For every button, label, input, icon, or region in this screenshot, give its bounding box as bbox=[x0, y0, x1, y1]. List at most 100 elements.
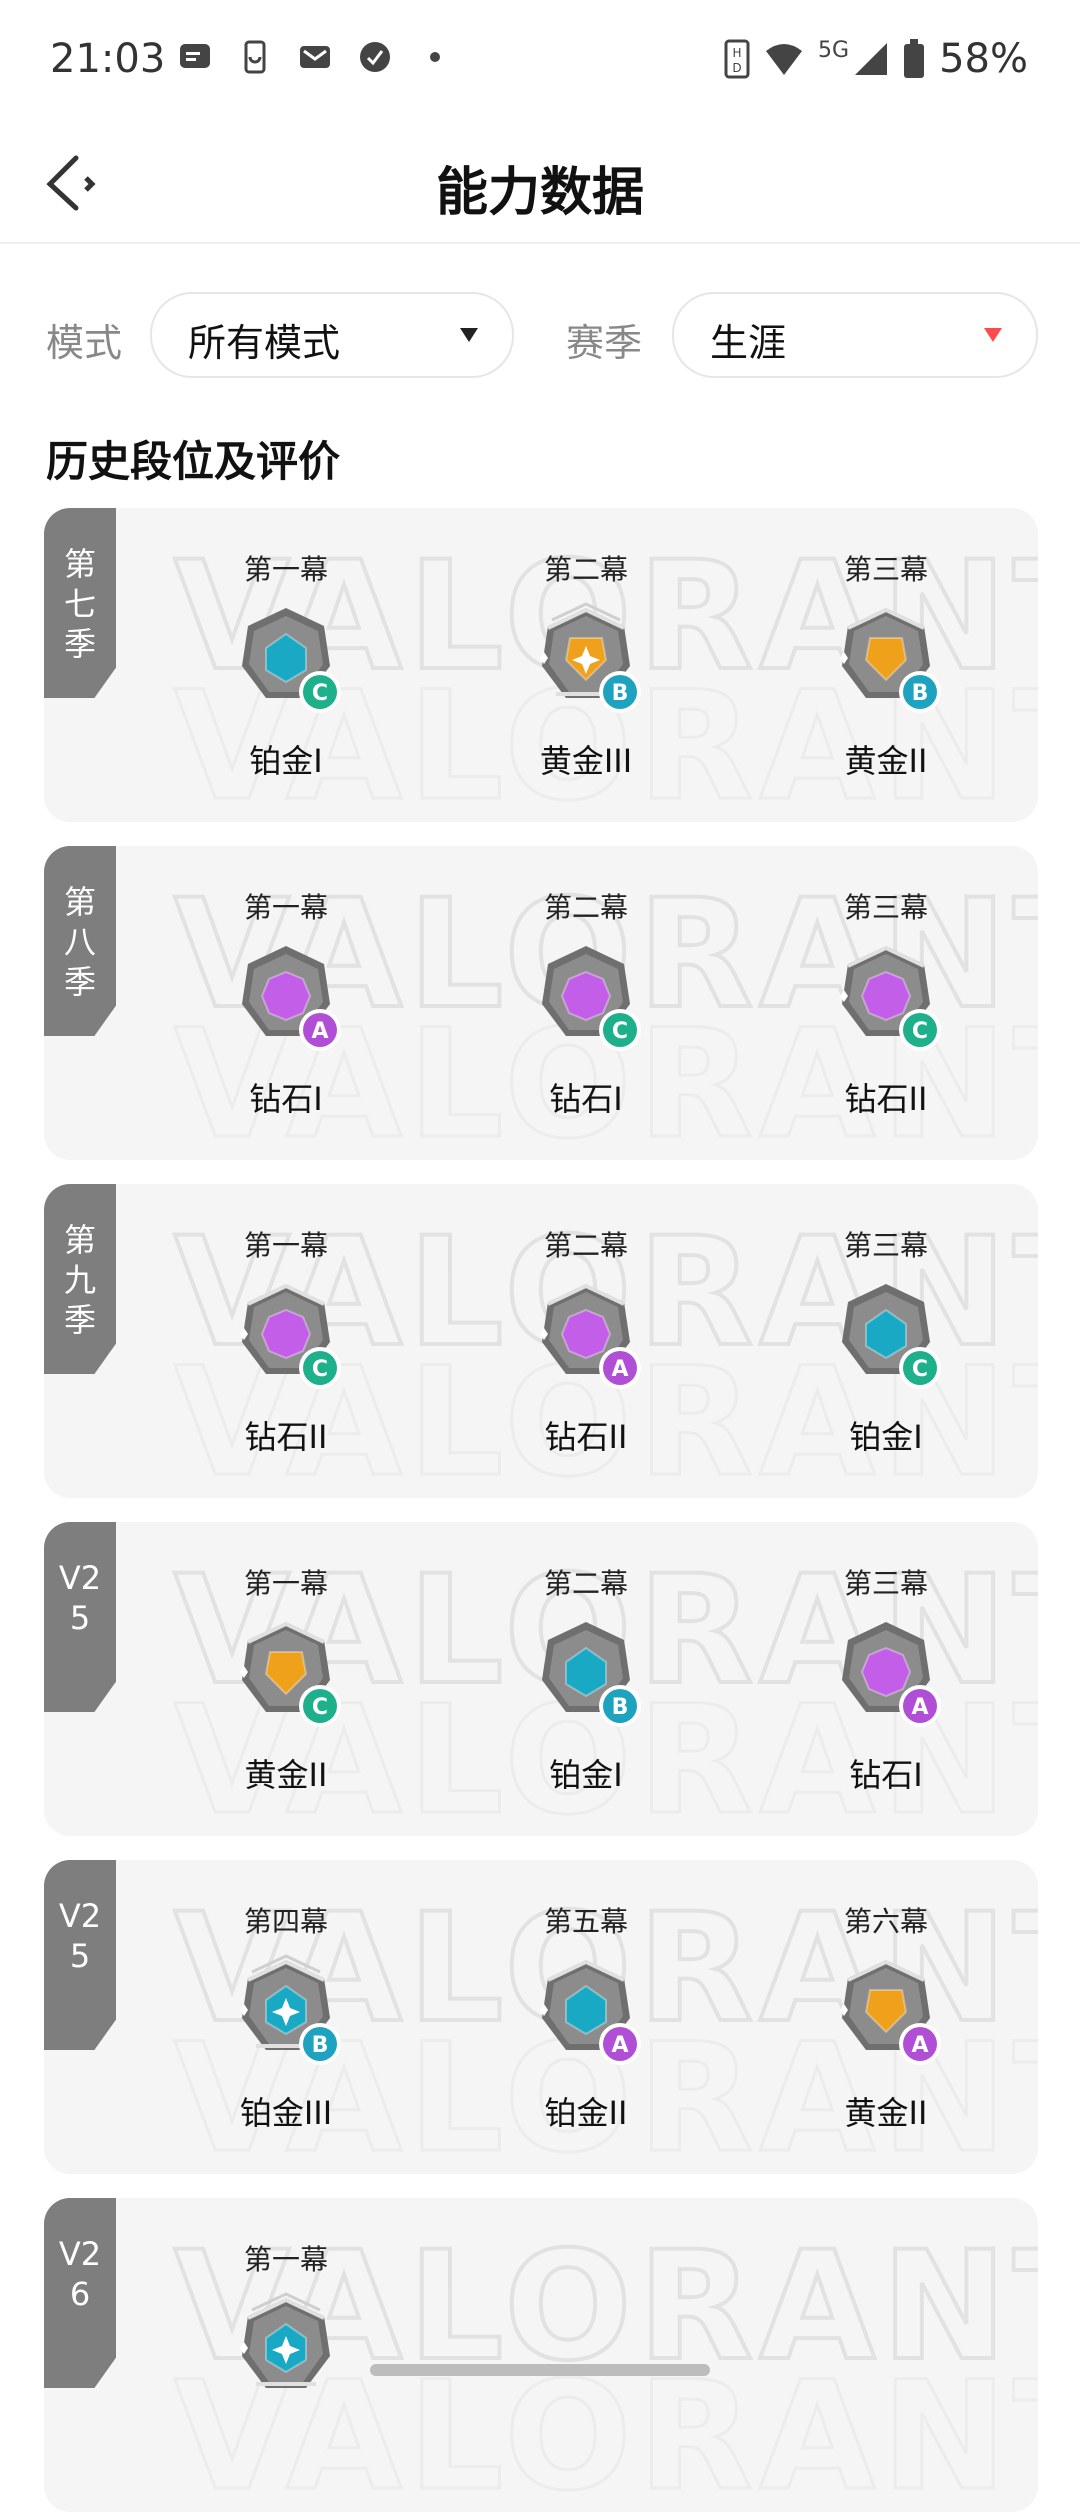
act-rank-item[interactable]: 第一幕 C 铂金I bbox=[176, 548, 396, 808]
act-title: 第四幕 bbox=[243, 1905, 328, 1938]
svg-text:A: A bbox=[611, 2033, 628, 2058]
act-title: 第三幕 bbox=[843, 1567, 928, 1600]
svg-text:C: C bbox=[312, 1357, 328, 1382]
svg-text:D: D bbox=[732, 61, 741, 75]
act-rank-item[interactable]: 第二幕 C 钻石I bbox=[476, 886, 696, 1146]
rank-name: 钻石II bbox=[544, 1418, 628, 1456]
diamond-rank-icon: C bbox=[240, 1283, 341, 1389]
battery-percentage: 58% bbox=[939, 36, 1028, 82]
gold-rank-icon: A bbox=[840, 1959, 941, 2065]
act-rank-item[interactable]: 第一幕 A 钻石I bbox=[176, 886, 396, 1146]
svg-text:C: C bbox=[612, 1019, 628, 1044]
season-card[interactable]: VALORANT VALORANT 第八季 第一幕 A 钻石I 第二幕 C 钻石I 第三幕 C 钻石I… bbox=[44, 846, 1038, 1160]
season-label: 第八季 bbox=[63, 883, 96, 1001]
season-card[interactable]: VALORANT VALORANT V25 第四幕 B 铂金III 第五幕 A 铂金II 第六幕 A… bbox=[44, 1860, 1038, 2174]
act-title: 第一幕 bbox=[243, 891, 328, 924]
hd-icon: HD bbox=[724, 39, 750, 79]
act-rank-item[interactable]: 第三幕 A 钻石I bbox=[776, 1562, 996, 1822]
rank-name: 黄金II bbox=[244, 1756, 328, 1794]
act-rank-item[interactable]: 第三幕 B 黄金II bbox=[776, 548, 996, 808]
platinum-rank-icon bbox=[240, 2292, 330, 2388]
season-tab: 第九季 bbox=[44, 1184, 116, 1374]
rank-name: 铂金I bbox=[549, 1756, 623, 1794]
diamond-rank-icon: A bbox=[842, 1622, 941, 1727]
mode-dropdown[interactable]: 所有模式 bbox=[150, 292, 514, 378]
svg-text:B: B bbox=[912, 681, 929, 706]
season-card[interactable]: VALORANT VALORANT V26 第一幕 bbox=[44, 2198, 1038, 2512]
notification-icons bbox=[178, 40, 452, 74]
act-rank-item[interactable]: 第二幕 B 黄金III bbox=[476, 548, 696, 808]
svg-text:A: A bbox=[911, 1695, 928, 1720]
diamond-rank-icon: C bbox=[840, 945, 941, 1051]
app-badge-icon bbox=[360, 42, 390, 72]
season-card[interactable]: VALORANT VALORANT 第九季 第一幕 C 钻石II 第二幕 A 钻石II 第三幕 C 铂… bbox=[44, 1184, 1038, 1498]
signal-icon bbox=[855, 43, 888, 75]
act-rank-item[interactable]: 第三幕 C 钻石II bbox=[776, 886, 996, 1146]
act-title: 第五幕 bbox=[543, 1905, 628, 1938]
act-rank-item[interactable]: 第二幕 A 钻石II bbox=[476, 1224, 696, 1484]
season-dropdown[interactable]: 生涯 bbox=[672, 292, 1038, 378]
act-rank-item[interactable]: 第一幕 bbox=[176, 2238, 396, 2498]
rank-name: 铂金II bbox=[544, 2094, 628, 2132]
page-title: 能力数据 bbox=[435, 163, 644, 223]
season-tab: V26 bbox=[44, 2198, 116, 2388]
rank-name: 铂金I bbox=[249, 742, 323, 780]
act-rank-item[interactable]: 第三幕 C 铂金I bbox=[776, 1224, 996, 1484]
section-title: 历史段位及评价 bbox=[46, 437, 341, 486]
season-card[interactable]: VALORANT VALORANT 第七季 第一幕 C 铂金I 第二幕 B 黄金III 第三幕 B 黄… bbox=[44, 508, 1038, 822]
filter-row: 模式 所有模式 赛季 生涯 bbox=[0, 292, 1080, 378]
season-tab: 第八季 bbox=[44, 846, 116, 1036]
rank-name: 钻石II bbox=[244, 1418, 328, 1456]
act-rank-item[interactable]: 第四幕 B 铂金III bbox=[176, 1900, 396, 2160]
act-title: 第一幕 bbox=[243, 1229, 328, 1262]
rank-name: 钻石I bbox=[249, 1080, 323, 1118]
rank-name: 钻石I bbox=[849, 1756, 923, 1794]
act-title: 第二幕 bbox=[543, 891, 628, 924]
status-time: 21:03 bbox=[50, 36, 166, 82]
rank-name: 黄金II bbox=[844, 742, 928, 780]
svg-text:H: H bbox=[733, 46, 742, 60]
act-title: 第二幕 bbox=[543, 1567, 628, 1600]
svg-text:C: C bbox=[912, 1357, 928, 1382]
battery-icon bbox=[904, 39, 925, 78]
act-title: 第二幕 bbox=[543, 1229, 628, 1262]
gold-rank-icon: B bbox=[840, 607, 941, 713]
caret-down-icon bbox=[460, 328, 478, 342]
network-type: 5G bbox=[818, 37, 850, 63]
season-label: 第九季 bbox=[63, 1221, 96, 1339]
season-tab: V25 bbox=[44, 1860, 116, 2050]
season-card[interactable]: VALORANT VALORANT V25 第一幕 C 黄金II 第二幕 B 铂金I 第三幕 A 钻石… bbox=[44, 1522, 1038, 1836]
platinum-rank-icon: B bbox=[542, 1622, 641, 1727]
rank-name: 钻石I bbox=[549, 1080, 623, 1118]
page-header: 能力数据 bbox=[0, 120, 1080, 244]
act-rank-item[interactable]: 第一幕 C 黄金II bbox=[176, 1562, 396, 1822]
season-tab: V25 bbox=[44, 1522, 116, 1712]
diamond-rank-icon: A bbox=[242, 946, 341, 1051]
caret-down-icon bbox=[984, 328, 1002, 342]
act-rank-item[interactable]: 第五幕 A 铂金II bbox=[476, 1900, 696, 2160]
home-indicator[interactable] bbox=[370, 2364, 710, 2376]
act-rank-item[interactable]: 第二幕 B 铂金I bbox=[476, 1562, 696, 1822]
act-title: 第三幕 bbox=[843, 1229, 928, 1262]
svg-text:B: B bbox=[612, 1695, 629, 1720]
platinum-rank-icon: C bbox=[842, 1284, 941, 1389]
svg-text:B: B bbox=[612, 681, 629, 706]
rank-name: 铂金I bbox=[849, 1418, 923, 1456]
rank-name: 黄金III bbox=[539, 742, 633, 780]
season-label: V25 bbox=[58, 1897, 102, 1975]
season-label: V25 bbox=[58, 1559, 102, 1637]
act-title: 第二幕 bbox=[543, 553, 628, 586]
act-rank-item[interactable]: 第一幕 C 钻石II bbox=[176, 1224, 396, 1484]
gold-rank-icon: B bbox=[540, 602, 641, 713]
system-status: HD 5G 58% bbox=[724, 36, 1028, 82]
season-label: 赛季 bbox=[566, 321, 643, 365]
svg-text:C: C bbox=[312, 1695, 328, 1720]
rank-name: 黄金II bbox=[844, 2094, 928, 2132]
mail-icon bbox=[300, 46, 330, 68]
season-value: 生涯 bbox=[710, 321, 787, 365]
mode-label: 模式 bbox=[46, 321, 123, 365]
svg-text:C: C bbox=[912, 1019, 928, 1044]
act-rank-item[interactable]: 第六幕 A 黄金II bbox=[776, 1900, 996, 2160]
act-title: 第六幕 bbox=[843, 1905, 928, 1938]
act-title: 第一幕 bbox=[243, 1567, 328, 1600]
